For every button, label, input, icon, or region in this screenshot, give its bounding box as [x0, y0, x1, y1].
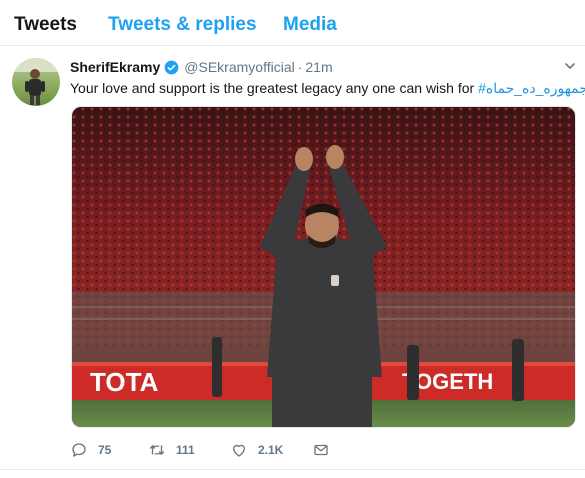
direct-message-button[interactable] [312, 441, 330, 459]
profile-tabs: Tweets Tweets & replies Media [0, 0, 585, 46]
verified-badge-icon [164, 60, 179, 74]
avatar[interactable] [12, 58, 60, 106]
reply-button[interactable]: 75 [70, 441, 111, 459]
tweet[interactable]: SherifEkramy @SEkramyofficial · 21m Your… [0, 46, 585, 470]
hashtag-link[interactable]: #جمهوره_ده_حماه [478, 80, 585, 96]
like-button[interactable]: 2.1K [230, 441, 283, 459]
tweet-timestamp[interactable]: 21m [305, 59, 332, 75]
tab-media[interactable]: Media [283, 14, 337, 36]
reply-icon [72, 443, 86, 457]
divider [0, 469, 585, 470]
reply-count: 75 [98, 443, 112, 457]
retweet-button[interactable]: 111 [148, 441, 195, 459]
retweet-count: 111 [176, 443, 195, 457]
author-name[interactable]: SherifEkramy [70, 59, 160, 75]
envelope-icon [314, 444, 328, 456]
tweet-text-line: Your love and support is the greatest le… [70, 79, 585, 97]
chevron-down-icon[interactable] [564, 60, 576, 72]
banner-text-left: TOTA [90, 367, 159, 397]
tweet-media-photo[interactable]: TOTA TOGETH [71, 106, 576, 428]
heart-icon [233, 444, 245, 457]
author-handle[interactable]: @SEkramyofficial [184, 59, 294, 75]
tweet-header: SherifEkramy @SEkramyofficial · 21m [70, 58, 333, 76]
tab-tweets[interactable]: Tweets [14, 14, 77, 36]
tab-tweets-and-replies[interactable]: Tweets & replies [108, 14, 257, 36]
retweet-icon [149, 445, 165, 455]
tweet-text: Your love and support is the greatest le… [70, 80, 475, 96]
like-count: 2.1K [258, 443, 284, 457]
separator-dot: · [297, 59, 303, 75]
